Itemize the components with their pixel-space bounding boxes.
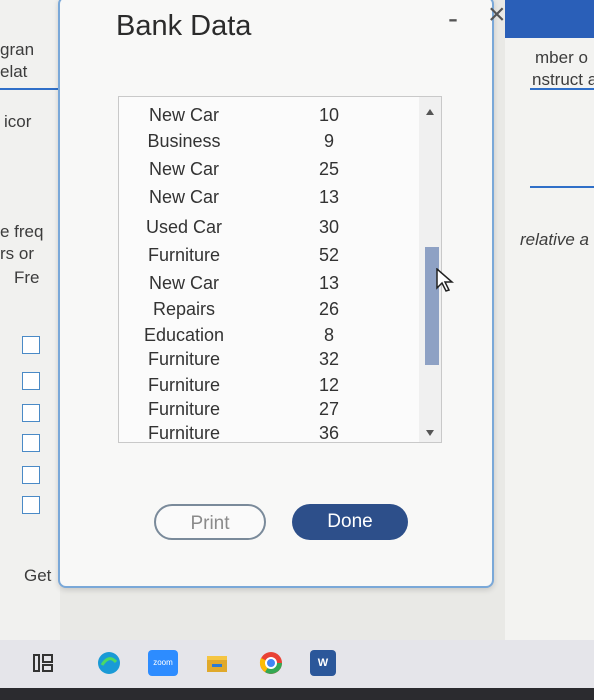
bg-text-fragment: nstruct a (532, 70, 594, 89)
row-value: 13 (318, 273, 340, 293)
background-right-header (505, 0, 594, 38)
table-row[interactable]: Furniture 12 (119, 375, 409, 401)
row-value: 8 (323, 325, 334, 345)
get-more-help-button[interactable]: Get (24, 566, 51, 586)
row-category: Furniture (147, 349, 221, 369)
checkbox[interactable] (22, 496, 40, 514)
table-row[interactable]: Furniture 52 (119, 245, 409, 271)
bg-divider (0, 88, 58, 90)
bg-text-fragment: elat (0, 62, 28, 81)
bg-text-fragment: relative a (520, 230, 589, 249)
close-button[interactable]: × (488, 0, 506, 30)
bg-text-fragment: Fre (14, 268, 40, 287)
row-category: Furniture (147, 399, 221, 419)
row-value: 32 (318, 349, 340, 369)
bg-text-fragment: mber o (535, 48, 588, 67)
scroll-thumb[interactable] (425, 247, 439, 365)
row-value: 25 (318, 159, 340, 179)
bg-divider (530, 88, 594, 90)
row-category: Furniture (147, 423, 221, 443)
table-row[interactable]: Furniture 36 (119, 423, 409, 443)
scroll-down-arrow-icon[interactable] (426, 430, 434, 436)
row-value: 12 (318, 375, 340, 395)
row-value: 30 (318, 217, 340, 237)
table-row[interactable]: Furniture 32 (119, 349, 409, 375)
bg-text-fragment: gran (0, 40, 35, 59)
data-table[interactable]: New Car 10 Business 9 New Car 25 New Car 13 Used… (118, 96, 442, 443)
row-value: 27 (318, 399, 340, 419)
checkbox[interactable] (22, 466, 40, 484)
bg-text-fragment: icor (4, 112, 32, 131)
table-row[interactable]: New Car 10 (119, 105, 409, 131)
row-category: Repairs (152, 299, 216, 319)
row-category: Education (143, 325, 225, 345)
done-button[interactable]: Done (292, 504, 408, 540)
table-row[interactable]: New Car 13 (119, 273, 409, 299)
checkbox[interactable] (22, 336, 40, 354)
table-row[interactable]: Education 8 (119, 325, 409, 351)
row-value: 52 (318, 245, 340, 265)
bank-data-dialog: Bank Data - × New Car 10 Business 9 New Car 2… (58, 0, 506, 588)
screen-bezel (0, 688, 594, 700)
edge-icon[interactable] (96, 650, 122, 676)
scroll-up-arrow-icon[interactable] (426, 109, 434, 115)
bg-divider (530, 186, 594, 188)
bg-text-fragment: e freq (0, 222, 44, 241)
dialog-title: Bank Data (116, 10, 252, 42)
chrome-icon[interactable] (258, 650, 284, 676)
checkbox[interactable] (22, 404, 40, 422)
zoom-icon[interactable]: zoom (148, 650, 178, 676)
table-row[interactable]: Used Car 30 (119, 217, 409, 243)
row-category: New Car (148, 187, 219, 207)
bg-text-fragment: rs or (0, 244, 34, 263)
row-value: 36 (318, 423, 340, 443)
row-category: Used Car (145, 217, 223, 237)
row-category: Business (147, 131, 221, 151)
row-value: 9 (323, 131, 334, 151)
task-view-icon[interactable] (30, 650, 56, 676)
row-category: New Car (148, 159, 219, 179)
row-value: 13 (318, 187, 340, 207)
row-category: Furniture (147, 245, 221, 265)
table-row[interactable]: Business 9 (119, 131, 409, 157)
row-category: Furniture (147, 375, 221, 395)
row-value: 10 (318, 105, 340, 125)
table-row[interactable]: Repairs 26 (119, 299, 409, 325)
checkbox[interactable] (22, 434, 40, 452)
background-right-panel (505, 0, 594, 650)
print-button[interactable]: Print (154, 504, 266, 540)
table-row[interactable]: New Car 13 (119, 187, 409, 213)
row-category: New Car (148, 273, 219, 293)
checkbox[interactable] (22, 372, 40, 390)
row-value: 26 (318, 299, 340, 319)
row-category: New Car (148, 105, 219, 125)
mouse-cursor-icon (436, 268, 454, 292)
minimize-button[interactable]: - (448, 4, 458, 34)
table-row[interactable]: Furniture 27 (119, 399, 409, 425)
file-explorer-icon[interactable] (204, 650, 230, 676)
table-row[interactable]: New Car 25 (119, 159, 409, 185)
word-icon[interactable]: W (310, 650, 336, 676)
